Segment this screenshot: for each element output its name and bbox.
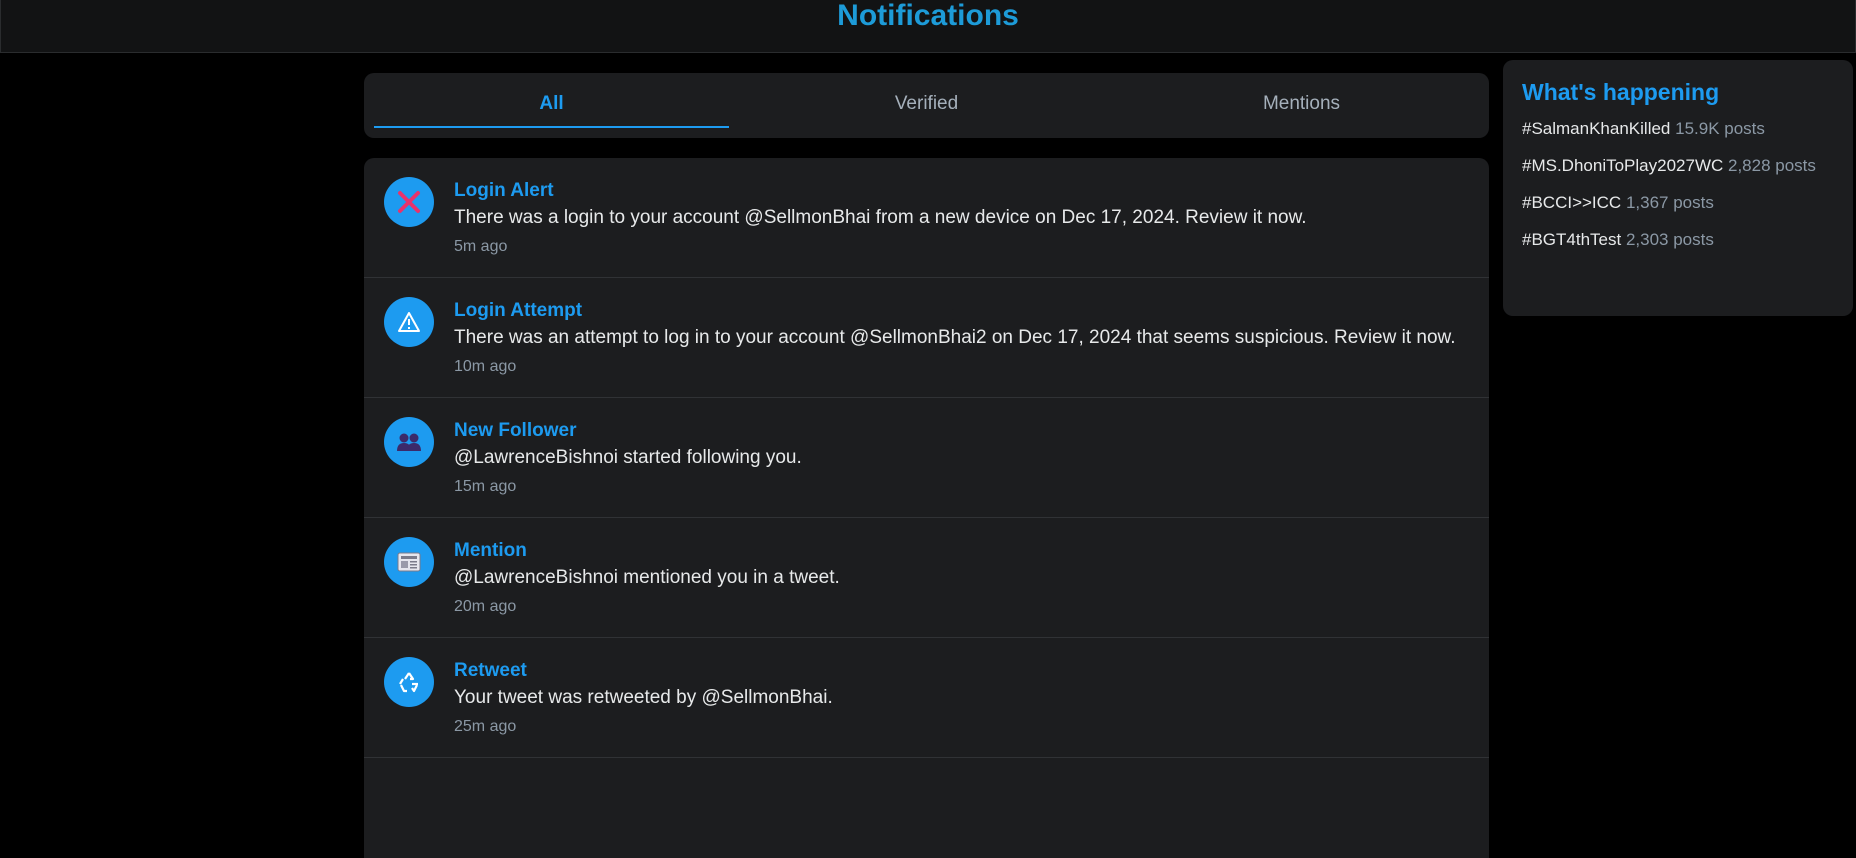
notification-text: There was a login to your account @Sellm…	[454, 207, 1307, 228]
trend-tag[interactable]: #SalmanKhanKilled	[1522, 119, 1670, 138]
tab-mentions[interactable]: Mentions	[1114, 73, 1489, 138]
tab-all[interactable]: All	[364, 73, 739, 138]
recycle-icon	[384, 657, 434, 707]
notification-text: There was an attempt to log in to your a…	[454, 327, 1456, 348]
notification-title: Login Attempt	[454, 300, 583, 321]
notification-item[interactable]: New Follower @LawrenceBishnoi started fo…	[364, 398, 1489, 518]
notification-item[interactable]: Mention @LawrenceBishnoi mentioned you i…	[364, 518, 1489, 638]
notification-title: New Follower	[454, 420, 577, 441]
trend-item[interactable]: #BCCI>>ICC 1,367 posts	[1522, 192, 1834, 213]
warning-icon	[384, 297, 434, 347]
trends-sidebar: What's happening #SalmanKhanKilled 15.9K…	[1503, 60, 1853, 316]
trend-item[interactable]: #BGT4thTest 2,303 posts	[1522, 229, 1834, 250]
notification-time: 5m ago	[454, 238, 508, 255]
trend-item[interactable]: #MS.DhoniToPlay2027WC 2,828 posts	[1522, 155, 1834, 176]
notification-time: 20m ago	[454, 598, 517, 615]
trend-count: 2,303 posts	[1625, 230, 1714, 249]
notification-tabs: All Verified Mentions	[364, 73, 1489, 138]
trend-item[interactable]: #SalmanKhanKilled 15.9K posts	[1522, 118, 1834, 139]
page-header: Notifications	[0, 0, 1856, 53]
users-icon	[384, 417, 434, 467]
notification-time: 10m ago	[454, 358, 517, 375]
x-icon	[384, 177, 434, 227]
trend-count: 2,828 posts	[1728, 156, 1816, 175]
trend-tag[interactable]: #BCCI>>ICC	[1522, 193, 1621, 212]
notification-text: @LawrenceBishnoi mentioned you in a twee…	[454, 567, 840, 588]
trend-tag[interactable]: #MS.DhoniToPlay2027WC	[1522, 156, 1723, 175]
trend-count: 1,367 posts	[1625, 193, 1714, 212]
notification-item[interactable]: Retweet Your tweet was retweeted by @Sel…	[364, 638, 1489, 758]
trend-count: 15.9K posts	[1675, 119, 1765, 138]
notification-item[interactable]: Login Attempt There was an attempt to lo…	[364, 278, 1489, 398]
tab-verified[interactable]: Verified	[739, 73, 1114, 138]
notification-title: Mention	[454, 540, 527, 561]
page-title: Notifications	[837, 0, 1019, 32]
sidebar-title: What's happening	[1522, 79, 1720, 105]
notification-text: @LawrenceBishnoi started following you.	[454, 447, 802, 468]
trend-tag[interactable]: #BGT4thTest	[1522, 230, 1621, 249]
notification-time: 15m ago	[454, 478, 517, 495]
notification-time: 25m ago	[454, 718, 517, 735]
newspaper-icon	[384, 537, 434, 587]
notification-item[interactable]: Login Alert There was a login to your ac…	[364, 158, 1489, 278]
notification-title: Login Alert	[454, 180, 554, 201]
notification-title: Retweet	[454, 660, 527, 681]
notification-text: Your tweet was retweeted by @SellmonBhai…	[454, 687, 833, 708]
notification-feed: Login Alert There was a login to your ac…	[364, 158, 1489, 858]
